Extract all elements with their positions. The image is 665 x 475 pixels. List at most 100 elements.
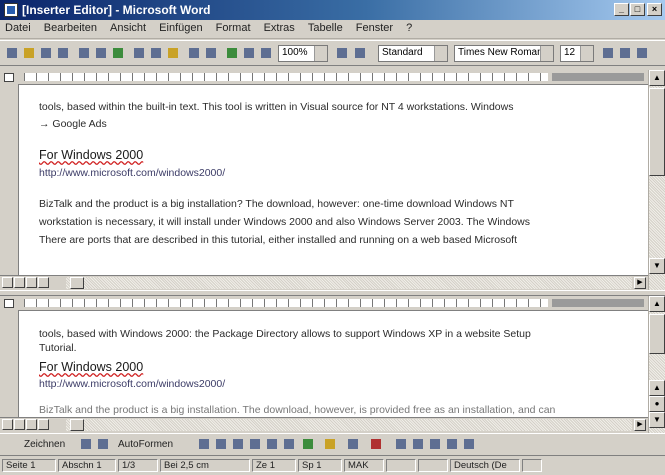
horizontal-scrollbar-top[interactable]: ▶: [0, 275, 648, 290]
menu-insert[interactable]: Einfügen: [154, 20, 207, 34]
font-size-select[interactable]: 12: [560, 45, 594, 62]
horizontal-scrollbar-bottom[interactable]: ▶: [0, 417, 648, 432]
menu-table[interactable]: Tabelle: [303, 20, 348, 34]
hscroll-track[interactable]: [66, 277, 632, 289]
normal-view-button[interactable]: [2, 419, 13, 430]
font-select[interactable]: Times New Roman: [454, 45, 554, 62]
tab-selector[interactable]: [0, 70, 18, 84]
status-macro-mode[interactable]: MAK: [344, 459, 384, 472]
document-pane-top[interactable]: tools, based within the built-in text. T…: [18, 85, 649, 275]
fill-color-icon[interactable]: [322, 436, 338, 452]
menu-window[interactable]: Fenster: [351, 20, 398, 34]
close-button[interactable]: ×: [647, 3, 662, 16]
next-page-button[interactable]: ▼: [649, 412, 665, 428]
scroll-thumb[interactable]: [649, 88, 665, 176]
undo-icon[interactable]: [186, 45, 202, 61]
status-language: Deutsch (De: [450, 459, 520, 472]
vertical-scrollbar-bottom[interactable]: ▲ ▲ ● ▼: [648, 296, 665, 433]
line-style-icon[interactable]: [393, 436, 409, 452]
browse-object-button[interactable]: ●: [649, 396, 665, 412]
hscroll-track[interactable]: [66, 419, 632, 431]
table-icon[interactable]: [224, 45, 240, 61]
save-icon[interactable]: [38, 45, 54, 61]
help-icon[interactable]: [334, 45, 350, 61]
line-icon[interactable]: [196, 436, 212, 452]
document-pane-bottom[interactable]: tools, based with Windows 2000: the Pack…: [18, 311, 649, 417]
draw-menu[interactable]: Zeichnen: [24, 439, 65, 450]
new-document-icon[interactable]: [4, 45, 20, 61]
redo-icon[interactable]: [203, 45, 219, 61]
columns-icon[interactable]: [241, 45, 257, 61]
menu-view[interactable]: Ansicht: [105, 20, 151, 34]
drawing-icon[interactable]: [258, 45, 274, 61]
ruler-top[interactable]: [18, 70, 648, 85]
zoom-select[interactable]: 100%: [278, 45, 328, 62]
text-line[interactable]: → Google Ads: [39, 118, 107, 130]
outline-view-button[interactable]: [38, 277, 49, 288]
minimize-button[interactable]: _: [614, 3, 629, 16]
autoshapes-menu[interactable]: AutoFormen: [118, 439, 173, 450]
print-view-button[interactable]: [26, 419, 37, 430]
menu-edit[interactable]: Bearbeiten: [39, 20, 102, 34]
word-app-icon[interactable]: [4, 3, 18, 17]
maximize-button[interactable]: □: [630, 3, 645, 16]
3d-icon[interactable]: [461, 436, 477, 452]
dash-style-icon[interactable]: [410, 436, 426, 452]
vertical-scrollbar-top[interactable]: ▲ ▼: [648, 70, 665, 290]
status-mode-2[interactable]: [386, 459, 416, 472]
menu-help[interactable]: ?: [401, 20, 417, 34]
open-folder-icon[interactable]: [21, 45, 37, 61]
cut-icon[interactable]: [131, 45, 147, 61]
web-view-button[interactable]: [14, 419, 25, 430]
textbox-icon[interactable]: [264, 436, 280, 452]
rotate-icon[interactable]: [95, 436, 111, 452]
view-buttons: [2, 277, 50, 291]
scroll-up-button[interactable]: ▲: [649, 70, 665, 86]
rectangle-icon[interactable]: [230, 436, 246, 452]
spellcheck-icon[interactable]: [110, 45, 126, 61]
email-icon[interactable]: [55, 45, 71, 61]
paste-icon[interactable]: [165, 45, 181, 61]
status-mode-3[interactable]: [418, 459, 448, 472]
shadow-icon[interactable]: [444, 436, 460, 452]
scroll-right-button[interactable]: ▶: [634, 419, 646, 431]
scroll-down-button[interactable]: ▼: [649, 258, 665, 274]
previous-page-button[interactable]: ▲: [649, 380, 665, 396]
clipart-icon[interactable]: [300, 436, 316, 452]
arrow-icon[interactable]: [213, 436, 229, 452]
bold-icon[interactable]: [600, 45, 616, 61]
toolbar-options-icon[interactable]: [634, 45, 650, 61]
print-preview-icon[interactable]: [93, 45, 109, 61]
italic-icon[interactable]: [617, 45, 633, 61]
url-line[interactable]: http://www.microsoft.com/windows2000/: [39, 378, 225, 390]
status-bar: Seite 1 Abschn 1 1/3 Bei 2,5 cm Ze 1 Sp …: [0, 455, 665, 475]
text-line: BizTalk and the product is a big install…: [39, 198, 514, 210]
print-view-button[interactable]: [26, 277, 37, 288]
scroll-right-button[interactable]: ▶: [634, 277, 646, 289]
hscroll-thumb[interactable]: [70, 277, 84, 289]
normal-view-button[interactable]: [2, 277, 13, 288]
scroll-up-button[interactable]: ▲: [649, 296, 665, 312]
ruler-bottom[interactable]: [18, 296, 648, 311]
web-view-button[interactable]: [14, 277, 25, 288]
menu-file[interactable]: Datei: [0, 20, 36, 34]
spellcheck-status-icon[interactable]: [522, 459, 542, 472]
oval-icon[interactable]: [247, 436, 263, 452]
outline-view-button[interactable]: [38, 419, 49, 430]
select-pointer-icon[interactable]: [78, 436, 94, 452]
scroll-thumb[interactable]: [649, 314, 665, 354]
style-select[interactable]: Standard: [378, 45, 448, 62]
copy-icon[interactable]: [148, 45, 164, 61]
font-color-icon[interactable]: [368, 436, 384, 452]
url-line[interactable]: http://www.microsoft.com/windows2000/: [39, 167, 225, 179]
hscroll-thumb[interactable]: [70, 419, 84, 431]
print-icon[interactable]: [76, 45, 92, 61]
menu-format[interactable]: Format: [211, 20, 256, 34]
show-formatting-icon[interactable]: [352, 45, 368, 61]
line-color-icon[interactable]: [345, 436, 361, 452]
wordart-icon[interactable]: [281, 436, 297, 452]
arrow-style-icon[interactable]: [427, 436, 443, 452]
menu-tools[interactable]: Extras: [259, 20, 300, 34]
tab-selector-bottom[interactable]: [0, 296, 18, 310]
status-section: Abschn 1: [58, 459, 116, 472]
